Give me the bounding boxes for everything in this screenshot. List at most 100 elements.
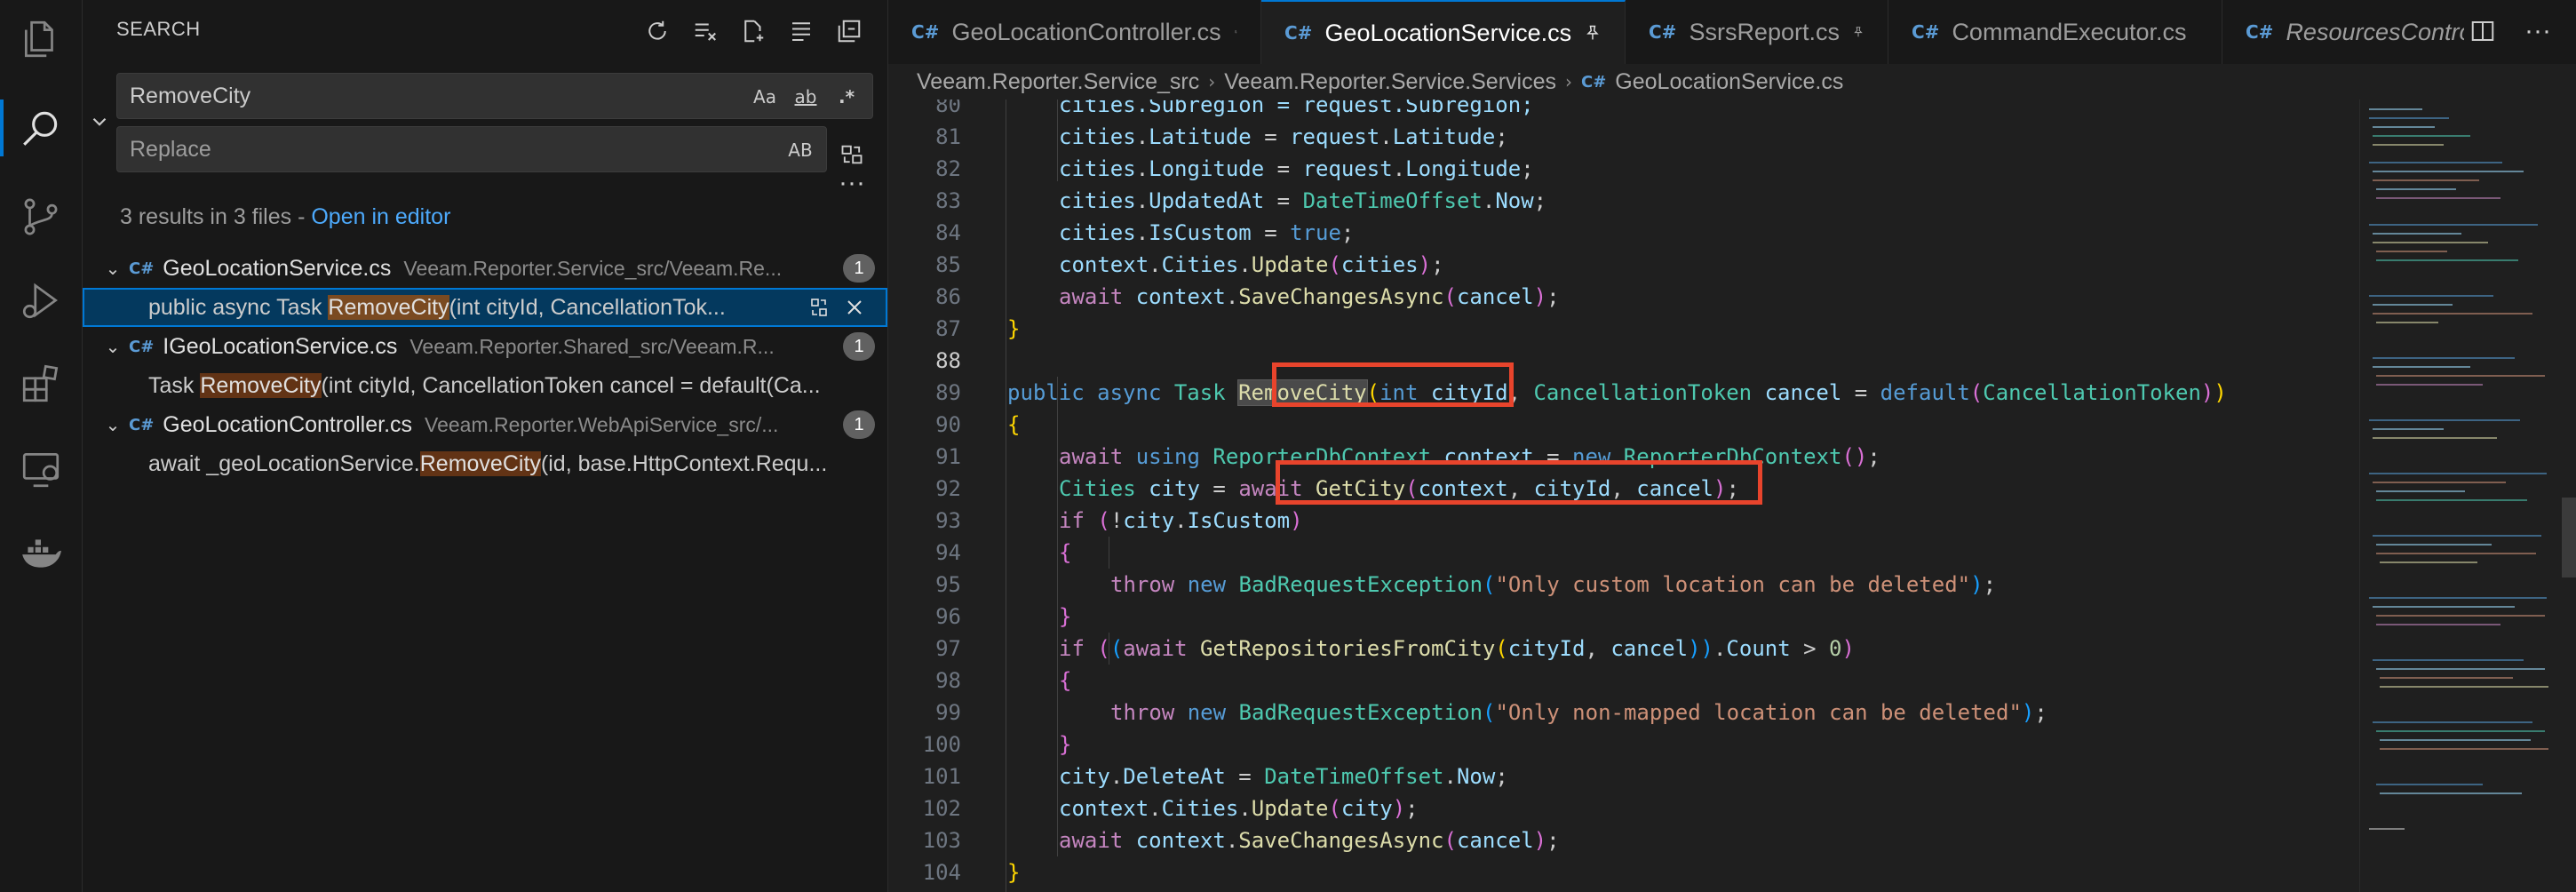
- match-text: await _geoLocationService.RemoveCity(id,…: [148, 450, 887, 477]
- chevron-down-icon[interactable]: ⌄: [97, 258, 129, 279]
- match-whole-word-toggle[interactable]: ab: [789, 82, 823, 112]
- replace-all-icon[interactable]: [834, 137, 870, 172]
- code-line: {: [1059, 668, 1072, 693]
- match-text: Task RemoveCity(int cityId, Cancellation…: [148, 372, 887, 399]
- result-file-name: GeoLocationController.cs: [163, 411, 413, 437]
- match-prefix: await _geoLocationService.: [148, 450, 420, 476]
- result-match-row[interactable]: await _geoLocationService.RemoveCity(id,…: [83, 444, 887, 483]
- replace-icon[interactable]: [806, 294, 832, 321]
- more-options-icon[interactable]: ···: [834, 170, 870, 204]
- minimap-line: [2376, 490, 2465, 492]
- minimap-line: [2376, 375, 2545, 377]
- minimap-line: [2376, 499, 2527, 501]
- run-debug-icon[interactable]: [12, 272, 69, 329]
- line-number: 84: [935, 220, 961, 245]
- view-as-tree-icon[interactable]: [783, 12, 820, 50]
- result-file-row[interactable]: ⌄ C# GeoLocationService.cs Veeam.Reporte…: [83, 249, 887, 288]
- sidebar-title: SEARCH: [116, 18, 201, 40]
- minimap-line: [2376, 188, 2456, 190]
- minimap-line: [2373, 606, 2515, 608]
- code-line: throw new BadRequestException("Only cust…: [1110, 572, 1997, 597]
- tab-resourcescontrol[interactable]: C# ResourcesControl: [2222, 0, 2487, 64]
- pin-icon[interactable]: [1584, 23, 1602, 43]
- minimap-line: [2376, 251, 2447, 252]
- split-editor-icon[interactable]: [2464, 12, 2501, 50]
- minimap-line: [2380, 686, 2548, 688]
- match-highlight: RemoveCity: [200, 372, 322, 398]
- line-number-current: 88: [935, 348, 961, 373]
- refresh-icon[interactable]: [639, 12, 676, 50]
- code-line: if (!city.IsCustom): [1059, 508, 1303, 533]
- minimap-line: [2380, 739, 2531, 741]
- line-number: 103: [922, 828, 961, 853]
- pin-icon[interactable]: [1234, 22, 1237, 42]
- match-case-toggle[interactable]: Aa: [748, 82, 782, 112]
- result-file-row[interactable]: ⌄ C# IGeoLocationService.cs Veeam.Report…: [83, 327, 887, 366]
- more-actions-icon[interactable]: ···: [2519, 12, 2556, 50]
- line-number: 94: [935, 540, 961, 565]
- line-number: 83: [935, 188, 961, 213]
- code-editor[interactable]: 80 81 82 83 84 85 86 87 88 89 90 91 92 9…: [888, 100, 2576, 892]
- clear-results-icon[interactable]: [687, 12, 724, 50]
- search-icon[interactable]: [0, 100, 69, 156]
- match-highlight: RemoveCity: [419, 450, 541, 476]
- source-control-icon[interactable]: [12, 188, 69, 245]
- result-match-row[interactable]: Task RemoveCity(int cityId, Cancellation…: [83, 366, 887, 405]
- vertical-scrollbar[interactable]: [2558, 100, 2576, 892]
- replace-input[interactable]: [117, 127, 826, 171]
- breadcrumb-item[interactable]: Veeam.Reporter.Service_src: [917, 69, 1199, 95]
- minimap-line: [2369, 828, 2405, 830]
- minimap-line: [2369, 419, 2520, 421]
- indent-guide: [1057, 100, 1058, 181]
- explorer-icon[interactable]: [12, 11, 69, 68]
- minimap-line: [2380, 748, 2548, 750]
- minimap-line: [2373, 313, 2532, 315]
- result-file-name: GeoLocationService.cs: [163, 255, 392, 281]
- tab-label: SsrsReport.cs: [1689, 18, 1840, 45]
- code-line: throw new BadRequestException("Only non-…: [1110, 700, 2047, 725]
- result-file-row[interactable]: ⌄ C# GeoLocationController.cs Veeam.Repo…: [83, 405, 887, 444]
- minimap-line: [2376, 322, 2438, 323]
- breadcrumb-item[interactable]: Veeam.Reporter.Service.Services: [1224, 69, 1556, 95]
- minimap[interactable]: [2359, 100, 2556, 892]
- minimap-line: [2369, 473, 2547, 474]
- chevron-right-icon: ›: [1564, 71, 1572, 92]
- new-search-editor-icon[interactable]: [735, 12, 772, 50]
- use-regex-toggle[interactable]: .*: [830, 82, 863, 112]
- code-line: }: [1007, 860, 1021, 885]
- tab-geolocationservice[interactable]: C# GeoLocationService.cs: [1261, 0, 1626, 64]
- minimap-line: [2376, 544, 2492, 546]
- result-match-row[interactable]: public async Task RemoveCity(int cityId,…: [83, 288, 887, 327]
- minimap-line: [2369, 117, 2449, 119]
- results-summary: 3 results in 3 files - Open in editor: [120, 204, 450, 230]
- line-number: 100: [922, 732, 961, 757]
- replace-options: AB: [783, 135, 817, 165]
- tab-ssrsreport[interactable]: C# SsrsReport.cs: [1626, 0, 1888, 64]
- code-line: cities.Subregion = request.Subregion;: [1059, 100, 1534, 117]
- tab-geolocationcontroller[interactable]: C# GeoLocationController.cs: [888, 0, 1261, 64]
- extensions-icon[interactable]: [12, 355, 69, 412]
- match-suffix: (int cityId, CancellationTok...: [449, 294, 726, 320]
- breadcrumb-item[interactable]: GeoLocationService.cs: [1615, 69, 1843, 95]
- tab-commandexecutor[interactable]: C# CommandExecutor.cs: [1888, 0, 2222, 64]
- toggle-replace-chevron-icon[interactable]: [88, 110, 111, 133]
- docker-icon[interactable]: [12, 524, 69, 581]
- minimap-line: [2376, 615, 2545, 617]
- scrollbar-thumb[interactable]: [2562, 498, 2576, 577]
- open-in-editor-link[interactable]: Open in editor: [311, 204, 450, 229]
- minimap-line: [2373, 144, 2444, 146]
- chevron-down-icon[interactable]: ⌄: [97, 414, 129, 435]
- minimap-line: [2376, 668, 2545, 670]
- replace-field: AB: [116, 126, 827, 172]
- chevron-down-icon[interactable]: ⌄: [97, 336, 129, 357]
- pin-icon[interactable]: [1852, 22, 1864, 42]
- preserve-case-toggle[interactable]: AB: [783, 135, 817, 165]
- minimap-line: [2373, 482, 2506, 483]
- remote-explorer-icon[interactable]: [12, 441, 69, 498]
- code-area[interactable]: cities.Subregion = request.Subregion; ci…: [974, 100, 2359, 892]
- collapse-all-icon[interactable]: [831, 12, 868, 50]
- csharp-file-icon: C#: [1912, 21, 1940, 43]
- code-line: {: [1059, 540, 1072, 565]
- dismiss-icon[interactable]: [841, 294, 868, 321]
- minimap-line: [2376, 197, 2500, 199]
